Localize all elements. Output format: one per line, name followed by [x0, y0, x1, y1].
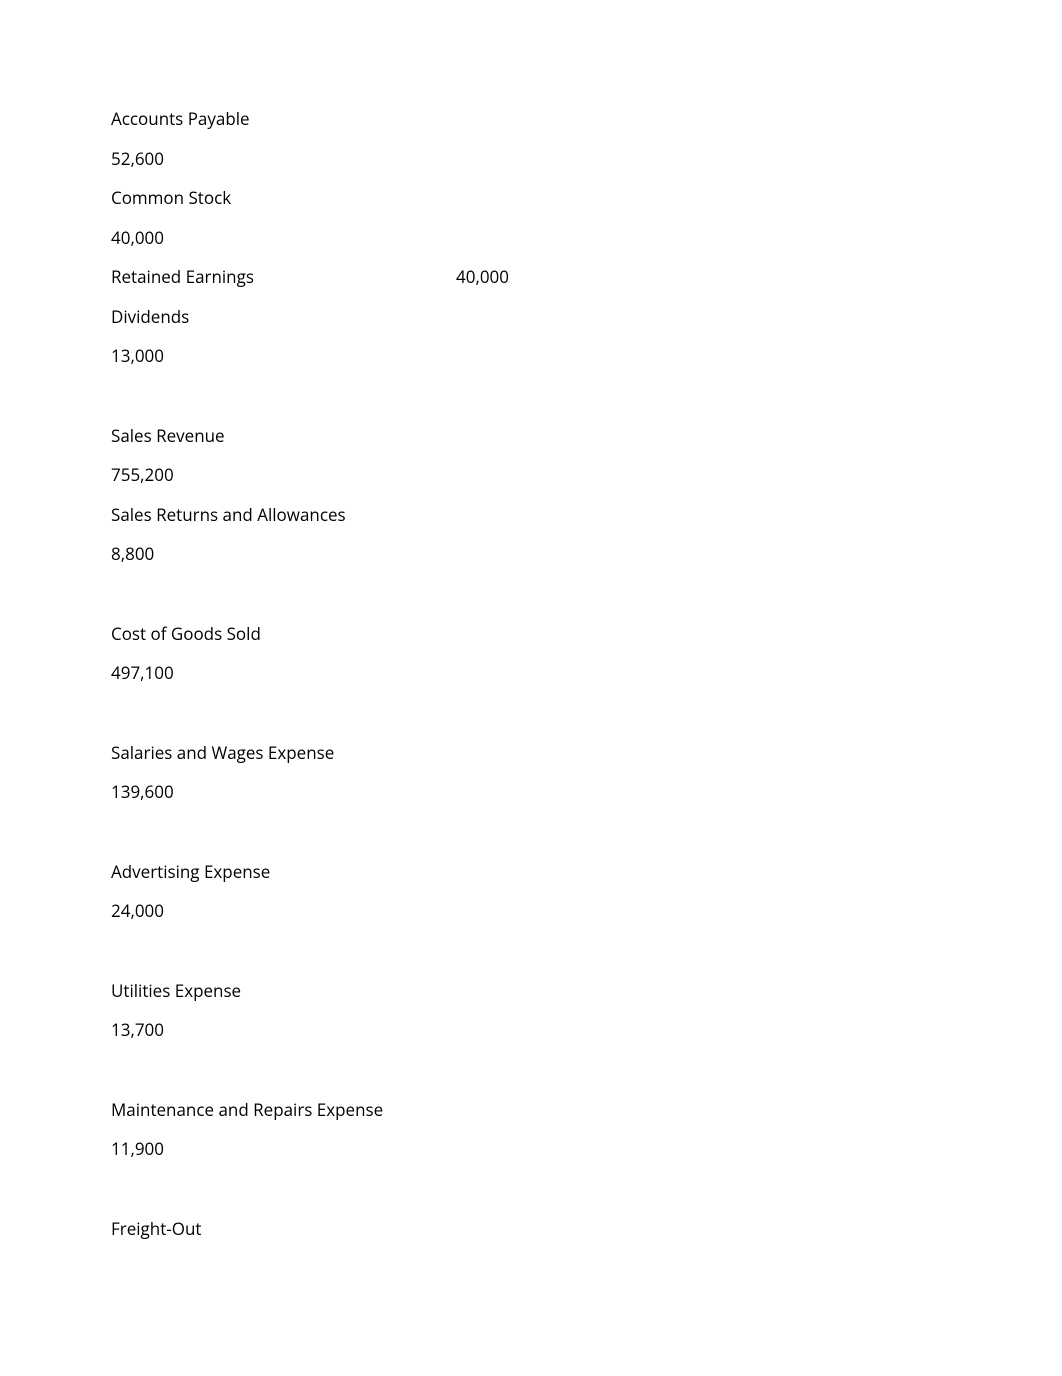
line-item: 497,100 — [111, 664, 1062, 681]
account-value — [456, 1140, 656, 1157]
account-value — [456, 189, 656, 206]
line-item: 139,600 — [111, 783, 1062, 800]
line-item: Utilities Expense — [111, 982, 1062, 999]
account-value — [456, 1101, 656, 1118]
account-label: Accounts Payable — [111, 110, 456, 127]
account-label: 52,600 — [111, 150, 456, 167]
account-value: 40,000 — [456, 268, 656, 285]
account-label: Utilities Expense — [111, 982, 456, 999]
account-value — [456, 229, 656, 246]
account-value — [456, 150, 656, 167]
line-item: 13,700 — [111, 1021, 1062, 1038]
account-label: Maintenance and Repairs Expense — [111, 1101, 456, 1118]
line-item: 8,800 — [111, 545, 1062, 562]
account-value — [456, 982, 656, 999]
account-value — [456, 1021, 656, 1038]
account-label: Sales Returns and Allowances — [111, 506, 456, 523]
account-value — [456, 110, 656, 127]
account-value — [456, 744, 656, 761]
account-value — [456, 783, 656, 800]
line-item: Maintenance and Repairs Expense — [111, 1101, 1062, 1118]
account-label: Common Stock — [111, 189, 456, 206]
account-label: 497,100 — [111, 664, 456, 681]
line-item: Dividends — [111, 308, 1062, 325]
account-label: Salaries and Wages Expense — [111, 744, 456, 761]
account-value — [456, 308, 656, 325]
line-item: 52,600 — [111, 150, 1062, 167]
document-content: Accounts Payable 52,600 Common Stock 40,… — [0, 0, 1062, 1237]
line-item: 24,000 — [111, 902, 1062, 919]
account-value — [456, 664, 656, 681]
account-value — [456, 902, 656, 919]
account-label: 11,900 — [111, 1140, 456, 1157]
line-item: 40,000 — [111, 229, 1062, 246]
account-value — [456, 625, 656, 642]
line-item: Sales Revenue — [111, 427, 1062, 444]
account-value — [456, 545, 656, 562]
line-item: Accounts Payable — [111, 110, 1062, 127]
account-label: 8,800 — [111, 545, 456, 562]
account-label: Freight-Out — [111, 1220, 456, 1237]
account-value — [456, 466, 656, 483]
account-label: Advertising Expense — [111, 863, 456, 880]
account-value — [456, 427, 656, 444]
line-item: Sales Returns and Allowances — [111, 506, 1062, 523]
account-label: 139,600 — [111, 783, 456, 800]
account-value — [456, 347, 656, 364]
line-item: 13,000 — [111, 347, 1062, 364]
account-value — [456, 863, 656, 880]
line-item: Retained Earnings 40,000 — [111, 268, 1062, 285]
account-value — [456, 1220, 656, 1237]
account-label: Cost of Goods Sold — [111, 625, 456, 642]
account-label: 755,200 — [111, 466, 456, 483]
account-value — [456, 506, 656, 523]
line-item: Cost of Goods Sold — [111, 625, 1062, 642]
account-label: 13,700 — [111, 1021, 456, 1038]
account-label: 24,000 — [111, 902, 456, 919]
account-label: 13,000 — [111, 347, 456, 364]
account-label: Sales Revenue — [111, 427, 456, 444]
line-item: 11,900 — [111, 1140, 1062, 1157]
line-item: 755,200 — [111, 466, 1062, 483]
account-label: Dividends — [111, 308, 456, 325]
account-label: Retained Earnings — [111, 268, 456, 285]
line-item: Advertising Expense — [111, 863, 1062, 880]
line-item: Salaries and Wages Expense — [111, 744, 1062, 761]
line-item: Freight-Out — [111, 1220, 1062, 1237]
line-item: Common Stock — [111, 189, 1062, 206]
account-label: 40,000 — [111, 229, 456, 246]
